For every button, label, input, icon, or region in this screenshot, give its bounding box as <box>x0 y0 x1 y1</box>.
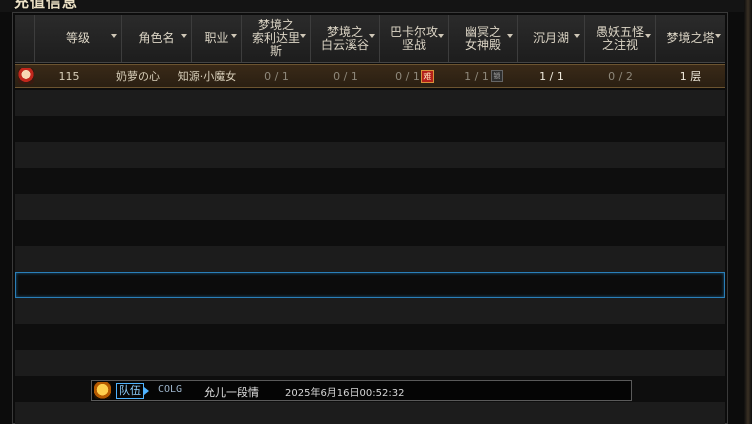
hard-mode-badge: 难 <box>420 69 434 83</box>
cell-chenyue: 1 / 1 <box>539 69 564 83</box>
empty-row <box>15 168 725 194</box>
column-label: 梦境之 白云溪谷 <box>320 24 369 52</box>
column-label: 角色名 <box>138 31 175 45</box>
column-header-name[interactable]: 角色名 <box>122 15 192 62</box>
window-title-bar: 充值信息 <box>0 0 752 12</box>
sort-arrow-icon[interactable] <box>111 34 117 38</box>
column-label: 等级 <box>65 31 90 45</box>
empty-row <box>15 350 725 376</box>
cell-bakal: 0 / 1 难 <box>380 65 449 87</box>
sort-arrow-icon[interactable] <box>715 34 721 38</box>
cell-youming-value: 1 / 1 <box>464 69 489 83</box>
empty-row <box>15 324 725 350</box>
column-label: 巴卡尔攻 坚战 <box>389 24 438 52</box>
column-header-chenyue[interactable]: 沉月湖 <box>518 15 585 62</box>
cell-tower: 1 层 <box>679 70 702 83</box>
column-label: 愚妖五怪 之注视 <box>595 24 644 52</box>
cell-baiyun: 0 / 1 <box>333 69 358 83</box>
sort-arrow-icon[interactable] <box>231 34 237 38</box>
cell-soli: 0 / 1 <box>264 69 289 83</box>
column-label: 沉月湖 <box>532 31 569 45</box>
empty-row <box>15 298 725 324</box>
column-header-job[interactable]: 职业 <box>192 15 242 62</box>
empty-row <box>15 90 725 116</box>
sort-arrow-icon[interactable] <box>181 34 187 38</box>
sort-arrow-icon[interactable] <box>574 34 580 38</box>
character-avatar <box>17 65 35 87</box>
cell-name: 奶萝の心 <box>116 70 160 83</box>
cell-level: 115 <box>58 69 80 83</box>
window-title: 充值信息 <box>14 0 79 11</box>
column-header-baiyun[interactable]: 梦境之 白云溪谷 <box>311 15 380 62</box>
column-label: 梦境之塔 <box>666 31 715 45</box>
column-header-tower[interactable]: 梦境之塔 <box>656 15 725 62</box>
cell-youming: 1 / 1 锁 <box>449 65 518 87</box>
column-header-level[interactable]: 等级 <box>35 15 122 62</box>
sort-arrow-icon[interactable] <box>507 34 513 38</box>
column-header-youming[interactable]: 幽冥之 女神殿 <box>449 15 518 62</box>
table-row[interactable]: 115 奶萝の心 知源·小魔女 0 / 1 0 / 1 0 / 1 难 1 / … <box>15 64 725 88</box>
column-label: 职业 <box>204 31 229 45</box>
chat-message[interactable]: 队伍 COLG 允儿一段情 2025年6月16日00:52:32 <box>91 380 632 401</box>
empty-row <box>15 402 725 424</box>
column-header-bakal[interactable]: 巴卡尔攻 坚战 <box>380 15 449 62</box>
empty-row <box>15 220 725 246</box>
header-icon-column <box>15 15 35 62</box>
chat-message-text: 允儿一段情 <box>204 386 259 399</box>
empty-row <box>15 116 725 142</box>
column-label: 梦境之 索利达里 斯 <box>251 18 300 58</box>
sort-arrow-icon[interactable] <box>645 34 651 38</box>
chat-sender[interactable]: COLG <box>158 384 182 395</box>
column-header-yuyao[interactable]: 愚妖五怪 之注视 <box>585 15 656 62</box>
lock-icon: 锁 <box>490 70 503 82</box>
cell-bakal-value: 0 / 1 <box>395 69 420 83</box>
chat-timestamp: 2025年6月16日00:52:32 <box>285 388 405 399</box>
cell-yuyao: 0 / 2 <box>608 69 633 83</box>
column-label: 幽冥之 女神殿 <box>464 24 501 52</box>
chat-channel-badge[interactable]: 队伍 <box>116 383 149 399</box>
selected-row[interactable] <box>15 272 725 298</box>
cell-job: 知源·小魔女 <box>177 70 237 83</box>
chat-emote-icon <box>94 382 111 399</box>
sort-arrow-icon[interactable] <box>438 34 444 38</box>
column-header-soli[interactable]: 梦境之 索利达里 斯 <box>242 15 311 62</box>
empty-row <box>15 246 725 272</box>
character-avatar-icon <box>18 68 34 84</box>
sort-arrow-icon[interactable] <box>300 34 306 38</box>
empty-row <box>15 194 725 220</box>
window-frame-right <box>744 0 752 424</box>
table-header: 等级 角色名 职业 梦境之 索利达里 斯 梦境之 白云溪谷 巴卡尔攻 坚战 幽冥… <box>15 15 725 63</box>
sort-arrow-icon[interactable] <box>369 34 375 38</box>
empty-row <box>15 142 725 168</box>
